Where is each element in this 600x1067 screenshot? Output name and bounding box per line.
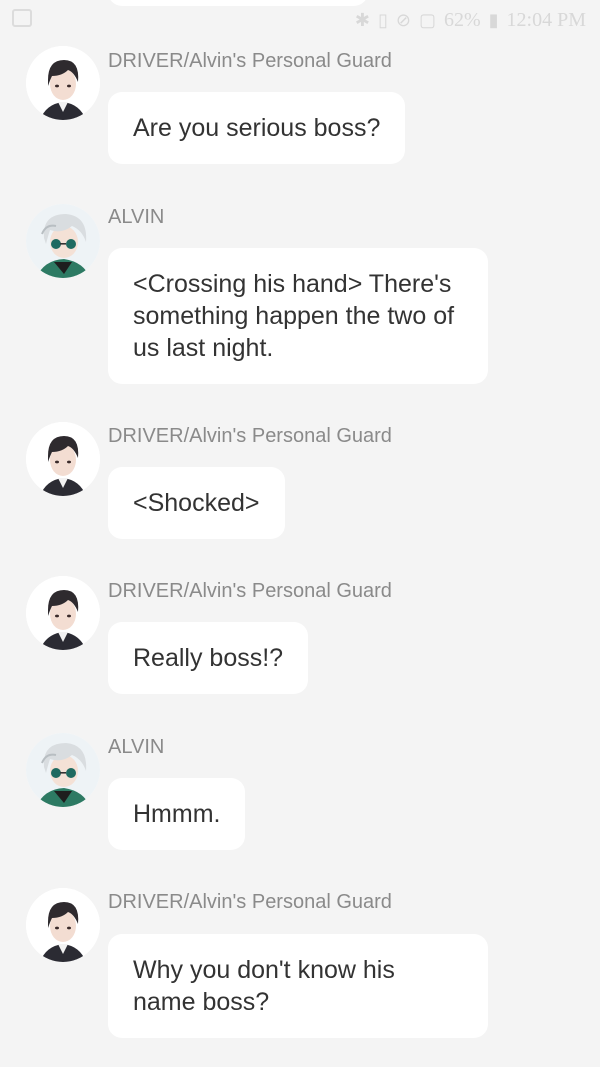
message-bubble: Really boss!? (108, 622, 309, 694)
message-bubble: Hmmm. (108, 778, 246, 850)
driver-avatar[interactable] (26, 888, 100, 962)
battery-level: 62% (443, 8, 481, 31)
sender-name: DRIVER/Alvin's Personal Guard (108, 50, 392, 72)
sender-name: ALVIN (108, 206, 165, 228)
message-bubble: <Crossing his hand> There's something ha… (108, 248, 488, 384)
bluetooth-icon: ✱ (354, 9, 370, 30)
message-bubble: Are you serious boss? (108, 92, 406, 164)
message-bubble: Why you don't know his name boss? (108, 934, 488, 1038)
vibrate-icon: ▯ (377, 9, 388, 30)
driver-avatar[interactable] (26, 576, 100, 650)
blocked-icon: ⊘ (395, 9, 411, 30)
driver-avatar[interactable] (26, 422, 100, 496)
message-bubble: <Shocked> (108, 467, 285, 539)
nfc-icon: ▢ (418, 9, 436, 30)
sender-name: DRIVER/Alvin's Personal Guard (108, 580, 392, 602)
sender-name: DRIVER/Alvin's Personal Guard (108, 425, 392, 447)
alvin-avatar[interactable] (26, 204, 100, 278)
screenshot-icon (12, 9, 32, 27)
status-time: 12:04 PM (506, 8, 586, 31)
alvin-avatar[interactable] (26, 733, 100, 807)
sender-name: DRIVER/Alvin's Personal Guard (108, 891, 392, 913)
sender-name: ALVIN (108, 736, 165, 758)
battery-icon: ▮ (488, 9, 499, 30)
status-bar: ✱ ▯ ⊘ ▢ 62% ▮ 12:04 PM (0, 0, 600, 40)
driver-avatar[interactable] (26, 46, 100, 120)
